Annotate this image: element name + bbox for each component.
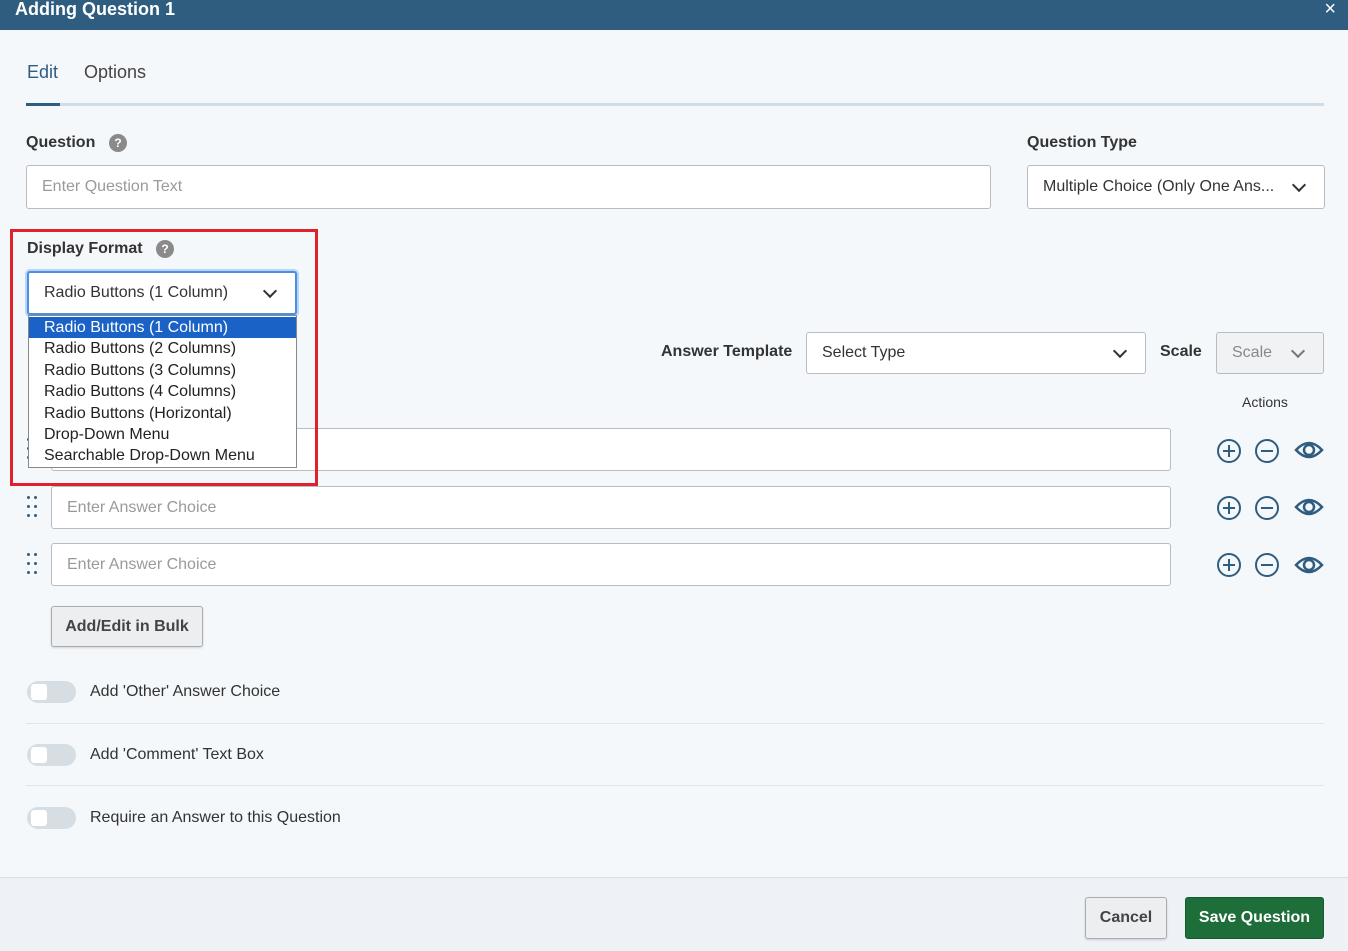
save-question-button[interactable]: Save Question [1185,897,1324,939]
comment-textbox-label: Add 'Comment' Text Box [90,746,264,763]
option-radio-1-column[interactable]: Radio Buttons (1 Column) [29,317,296,338]
active-tab-indicator [26,103,60,106]
drag-handle-icon[interactable] [27,553,37,575]
chevron-down-icon [1112,343,1128,359]
require-answer-toggle[interactable] [27,807,76,829]
other-answer-toggle[interactable] [27,681,76,703]
question-help-icon[interactable]: ? [109,134,127,152]
add-circle-icon[interactable] [1216,438,1242,464]
eye-icon[interactable] [1294,554,1324,576]
remove-circle-icon[interactable] [1254,552,1280,578]
display-format-options-list: Radio Buttons (1 Column) Radio Buttons (… [28,315,297,468]
scale-value: Scale [1232,344,1273,361]
chevron-down-icon [1291,177,1307,193]
divider [26,785,1324,786]
question-type-select[interactable]: Multiple Choice (Only One Ans... [1027,165,1325,209]
toggle-knob [31,747,47,763]
divider [26,723,1324,724]
modal-title-bar: Adding Question 1 × [0,0,1348,30]
drag-handle-icon[interactable] [27,496,37,518]
answer-template-value: Select Type [822,344,906,361]
eye-icon[interactable] [1294,439,1324,461]
toggle-knob [31,810,47,826]
chevron-down-icon [1290,343,1306,359]
cancel-button[interactable]: Cancel [1085,897,1167,939]
answer-template-label: Answer Template [661,343,793,360]
remove-circle-icon[interactable] [1254,438,1280,464]
other-answer-label: Add 'Other' Answer Choice [90,683,281,700]
toggle-knob [31,684,47,700]
answer-choice-input[interactable] [51,543,1171,586]
tab-edit[interactable]: Edit [27,62,58,83]
tab-options[interactable]: Options [84,62,146,83]
question-type-label: Question Type [1027,134,1137,151]
option-radio-horizontal[interactable]: Radio Buttons (Horizontal) [29,403,296,424]
add-edit-bulk-button[interactable]: Add/Edit in Bulk [51,606,203,647]
modal-title: Adding Question 1 [15,0,175,19]
question-text-input[interactable] [26,165,991,209]
option-drop-down-menu[interactable]: Drop-Down Menu [29,424,296,445]
require-answer-label: Require an Answer to this Question [90,809,341,826]
scale-select[interactable]: Scale [1216,332,1324,374]
comment-textbox-toggle[interactable] [27,744,76,766]
answer-choice-input[interactable] [51,486,1171,529]
question-label: Question [26,134,96,151]
option-radio-2-columns[interactable]: Radio Buttons (2 Columns) [29,338,296,359]
question-type-value: Multiple Choice (Only One Ans... [1043,178,1275,195]
option-radio-3-columns[interactable]: Radio Buttons (3 Columns) [29,360,296,381]
eye-icon[interactable] [1294,496,1324,518]
remove-circle-icon[interactable] [1254,495,1280,521]
close-icon[interactable]: × [1324,0,1336,19]
add-circle-icon[interactable] [1216,495,1242,521]
actions-column-label: Actions [1242,394,1288,410]
option-searchable-drop-down[interactable]: Searchable Drop-Down Menu [29,445,296,466]
add-circle-icon[interactable] [1216,552,1242,578]
tab-bar: Edit Options [26,56,1324,106]
scale-label: Scale [1160,343,1202,360]
answer-template-select[interactable]: Select Type [806,332,1146,374]
option-radio-4-columns[interactable]: Radio Buttons (4 Columns) [29,381,296,402]
